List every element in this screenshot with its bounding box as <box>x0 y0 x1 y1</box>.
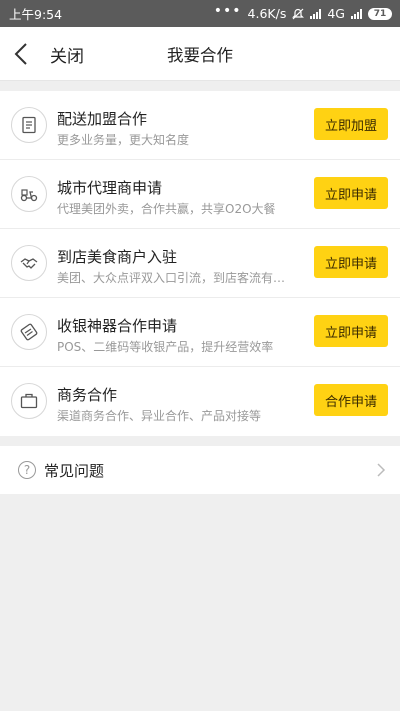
mute-alarm-icon <box>292 8 305 19</box>
item-subtitle: 代理美团外卖，合作共赢，共享O2O大餐 <box>57 202 276 216</box>
pos-icon <box>11 314 47 350</box>
item-title: 商务合作 <box>57 386 118 404</box>
item-title: 城市代理商申请 <box>57 179 163 197</box>
item-title: 配送加盟合作 <box>57 110 148 128</box>
back-arrow-icon[interactable] <box>12 42 30 66</box>
item-subtitle: 更多业务量，更大知名度 <box>57 133 190 147</box>
cooperation-apply-button[interactable]: 合作申请 <box>314 384 388 416</box>
list-item-city-agent: 城市代理商申请 代理美团外卖，合作共赢，共享O2O大餐 立即申请 <box>0 160 400 229</box>
network-speed: 4.6K/s <box>247 6 287 21</box>
faq-row[interactable]: ? 常见问题 <box>0 446 400 494</box>
battery-icon: 71 <box>368 7 392 20</box>
document-icon <box>11 107 47 143</box>
item-subtitle: 渠道商务合作、异业合作、产品对接等 <box>57 409 262 423</box>
network-type: 4G <box>327 6 345 21</box>
item-subtitle: POS、二维码等收银产品，提升经营效率 <box>57 340 274 354</box>
cooperation-list: 配送加盟合作 更多业务量，更大知名度 立即加盟 城市代理商申请 代理美团外卖，合… <box>0 91 400 436</box>
apply-now-button[interactable]: 立即申请 <box>314 177 388 209</box>
list-item-delivery-franchise: 配送加盟合作 更多业务量，更大知名度 立即加盟 <box>0 91 400 160</box>
item-title: 到店美食商户入驻 <box>57 248 178 266</box>
close-button[interactable]: 关闭 <box>50 42 84 67</box>
chevron-right-icon <box>377 463 386 477</box>
top-nav-bar: 关闭 我要合作 <box>0 27 400 81</box>
faq-label: 常见问题 <box>44 462 105 480</box>
status-indicators: ••• 4.6K/s 4G 71 <box>213 2 392 21</box>
briefcase-icon <box>11 383 47 419</box>
status-bar: 上午9:54 ••• 4.6K/s 4G 71 <box>0 0 400 27</box>
question-icon: ? <box>18 461 36 479</box>
status-time: 上午9:54 <box>9 7 63 22</box>
scooter-icon <box>11 176 47 212</box>
wifi-signal-icon <box>310 8 322 19</box>
list-item-restaurant-merchant: 到店美食商户入驻 美团、大众点评双入口引流，到店客流有保障 立即申请 <box>0 229 400 298</box>
cell-signal-icon <box>351 8 362 19</box>
join-now-button[interactable]: 立即加盟 <box>314 108 388 140</box>
apply-now-button[interactable]: 立即申请 <box>314 315 388 347</box>
notification-dots: ••• <box>213 2 242 19</box>
list-item-business-cooperation: 商务合作 渠道商务合作、异业合作、产品对接等 合作申请 <box>0 367 400 436</box>
item-subtitle: 美团、大众点评双入口引流，到店客流有保障 <box>57 271 293 285</box>
list-item-pos-cashier: 收银神器合作申请 POS、二维码等收银产品，提升经营效率 立即申请 <box>0 298 400 367</box>
apply-now-button[interactable]: 立即申请 <box>314 246 388 278</box>
handshake-icon <box>11 245 47 281</box>
item-title: 收银神器合作申请 <box>57 317 178 335</box>
